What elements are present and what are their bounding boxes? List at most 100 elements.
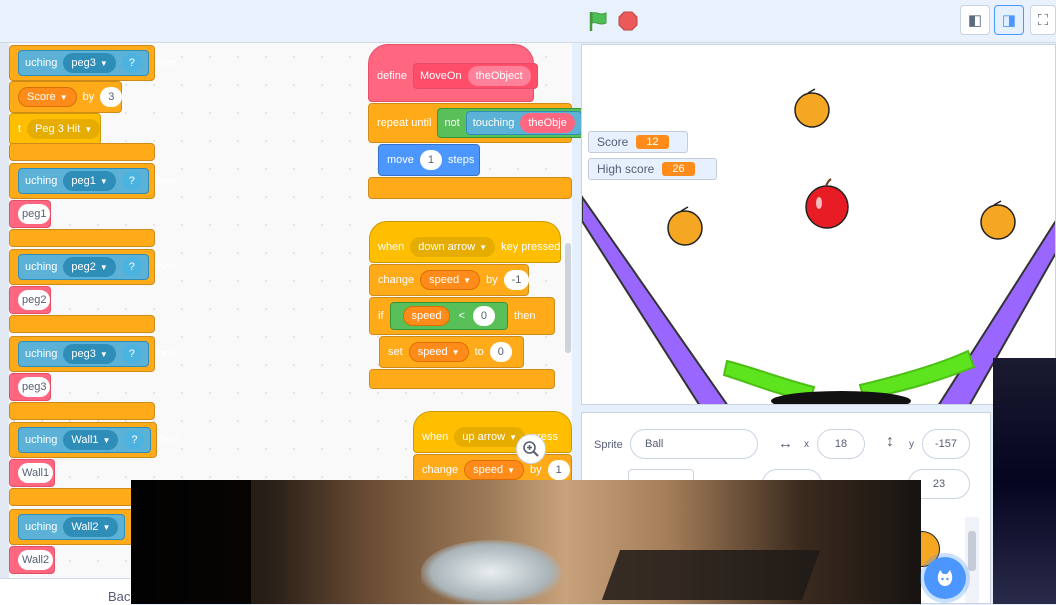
green-flag-icon[interactable]	[587, 10, 609, 32]
touching-block[interactable]: uching Wall1 ▼ ?	[18, 427, 152, 453]
move-steps-block[interactable]: move 1 steps	[378, 144, 480, 176]
repeat-until-end	[368, 177, 572, 199]
orange-peg	[667, 206, 703, 246]
dropdown-arrow-icon: ▼	[99, 349, 108, 359]
argument-input[interactable]: peg1	[18, 204, 51, 224]
value-input[interactable]: -1	[503, 270, 530, 290]
value-input[interactable]: 3	[100, 87, 123, 107]
change-speed-block[interactable]: change speed ▼ by -1	[369, 264, 530, 296]
custom-block[interactable]: Wall1	[9, 459, 55, 487]
key-dropdown[interactable]: down arrow ▼	[410, 237, 496, 257]
small-stage-icon: ◧	[967, 12, 983, 29]
if-block[interactable]: uching peg2 ▼ ? then	[9, 249, 176, 285]
dropdown-arrow-icon: ▼	[451, 347, 460, 357]
object-dropdown[interactable]: peg2 ▼	[63, 257, 116, 277]
repeat-until-block[interactable]: repeat until not touching theObje	[368, 103, 589, 143]
parameter-reporter[interactable]: theObje	[520, 113, 575, 133]
sprite-list-scrollbar[interactable]	[965, 517, 979, 603]
set-speed-block[interactable]: set speed ▼ to 0	[379, 336, 524, 368]
steps-input[interactable]: 1	[419, 150, 443, 170]
large-stage-button[interactable]: ◨	[994, 5, 1024, 35]
zoom-in-icon	[523, 441, 539, 457]
dropdown-arrow-icon: ▼	[99, 262, 108, 272]
top-toolbar: ◧ ◨ ⛶	[0, 0, 1056, 43]
dropdown-arrow-icon: ▼	[84, 124, 93, 134]
if-block[interactable]: uching peg3 ▼ ? then	[9, 336, 176, 372]
video-shadow	[131, 480, 251, 604]
sprite-label: Sprite	[594, 439, 623, 451]
touching-block[interactable]: touching theObje	[465, 111, 582, 135]
less-than-block[interactable]: speed < 0	[389, 302, 509, 330]
not-block[interactable]: not touching theObje	[437, 108, 589, 138]
touching-block[interactable]: uching peg3 ▼ ?	[18, 341, 149, 367]
dropdown-arrow-icon: ▼	[59, 92, 68, 102]
orange-peg	[980, 200, 1016, 240]
object-dropdown[interactable]: Wall1 ▼	[63, 430, 119, 450]
y-input[interactable]: -157	[922, 429, 970, 459]
dropdown-arrow-icon: ▼	[102, 435, 111, 445]
video-object	[601, 550, 821, 600]
if-block[interactable]: uching Wall1 ▼ ? then	[9, 422, 179, 458]
compare-input[interactable]: 0	[472, 306, 496, 326]
argument-input[interactable]: peg3	[18, 377, 51, 397]
change-score-block[interactable]: Score ▼ by 3	[9, 81, 123, 113]
argument-input[interactable]: Wall2	[18, 550, 54, 570]
when-key-pressed-block[interactable]: when up arrow ▼ press	[413, 411, 572, 453]
small-stage-button[interactable]: ◧	[960, 5, 990, 35]
if-block[interactable]: uching peg3 ▼ ? then	[9, 45, 176, 81]
touching-block[interactable]: uching Wall2 ▼	[18, 514, 126, 540]
score-monitor: Score 12	[588, 131, 688, 153]
video-overlay	[131, 480, 921, 604]
if-block-end	[9, 315, 155, 333]
variable-dropdown[interactable]: Score ▼	[18, 87, 77, 107]
value-input[interactable]: 0	[489, 342, 512, 362]
touching-block[interactable]: uching peg3 ▼ ?	[18, 50, 149, 76]
video-overlay-right	[993, 358, 1056, 604]
if-then-block[interactable]: if speed < 0 then	[369, 297, 555, 335]
object-dropdown[interactable]: peg1 ▼	[63, 171, 116, 191]
key-dropdown[interactable]: up arrow ▼	[454, 427, 526, 447]
object-dropdown[interactable]: Wall2 ▼	[63, 517, 119, 537]
when-key-pressed-block[interactable]: when down arrow ▼ key pressed	[369, 221, 561, 263]
variable-dropdown[interactable]: speed ▼	[464, 460, 524, 480]
fullscreen-button[interactable]: ⛶	[1030, 5, 1056, 35]
y-arrows-icon: ↕	[886, 433, 894, 450]
if-block-end	[9, 143, 155, 161]
stage[interactable]: Score 12 High score 26	[581, 44, 1056, 405]
x-arrows-icon: ↔	[778, 435, 793, 452]
custom-block[interactable]: peg2	[9, 286, 51, 314]
message-dropdown[interactable]: Peg 3 Hit ▼	[27, 119, 101, 139]
vertical-scrollbar[interactable]	[565, 243, 571, 353]
x-input[interactable]: 18	[817, 429, 865, 459]
choose-sprite-button[interactable]	[924, 557, 966, 599]
parameter-reporter[interactable]: theObject	[467, 66, 531, 86]
custom-block-prototype[interactable]: MoveOn theObject	[412, 63, 538, 89]
cat-add-icon	[937, 570, 953, 586]
touching-block[interactable]: uching peg2 ▼ ?	[18, 254, 149, 280]
dropdown-arrow-icon: ▼	[99, 58, 108, 68]
touching-block[interactable]: uching peg1 ▼ ?	[18, 168, 149, 194]
stage-canvas	[582, 88, 1055, 404]
dropdown-arrow-icon: ▼	[463, 275, 471, 285]
speed-reporter[interactable]: speed	[402, 306, 451, 326]
if-block[interactable]: uching Wall2 ▼	[9, 509, 139, 545]
custom-block[interactable]: peg1	[9, 200, 51, 228]
variable-dropdown[interactable]: speed ▼	[420, 270, 480, 290]
wall-left	[582, 195, 728, 404]
custom-block[interactable]: peg3	[9, 373, 51, 401]
argument-input[interactable]: peg2	[18, 290, 51, 310]
if-block[interactable]: uching peg1 ▼ ? then	[9, 163, 176, 199]
object-dropdown[interactable]: peg3 ▼	[63, 53, 116, 73]
broadcast-block[interactable]: t Peg 3 Hit ▼	[9, 113, 101, 145]
define-block[interactable]: define MoveOn theObject	[368, 44, 538, 102]
apple-ball	[805, 178, 849, 229]
variable-dropdown[interactable]: speed ▼	[408, 342, 469, 362]
stop-icon[interactable]	[618, 11, 638, 31]
zoom-in-button[interactable]	[516, 434, 546, 464]
sprite-name-input[interactable]: Ball	[630, 429, 758, 459]
argument-input[interactable]: Wall1	[18, 463, 54, 483]
value-input[interactable]: 1	[547, 460, 570, 480]
custom-block[interactable]: Wall2	[9, 546, 55, 574]
code-area-edge	[0, 43, 9, 604]
object-dropdown[interactable]: peg3 ▼	[63, 344, 116, 364]
